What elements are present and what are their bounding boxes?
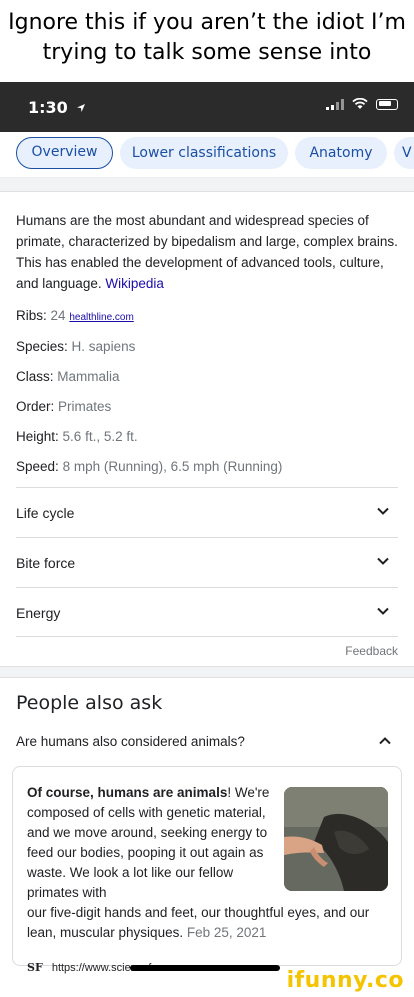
status-icons: [326, 98, 398, 110]
battery-icon: [376, 98, 398, 110]
fact-height: Height: 5.6 ft., 5.2 ft.: [16, 429, 138, 444]
tab-more[interactable]: V: [394, 137, 414, 169]
watermark-strip: ifunny.co: [0, 967, 414, 997]
fact-ribs: Ribs: 24 healthline.com: [16, 308, 134, 323]
fact-value[interactable]: H. sapiens: [72, 339, 136, 354]
fact-value[interactable]: Mammalia: [57, 369, 119, 384]
expander-label: Energy: [16, 605, 61, 621]
tab-anatomy[interactable]: Anatomy: [295, 137, 387, 169]
status-bar: 1:30: [0, 82, 414, 132]
answer-rest: ! We're composed of cells with genetic m…: [27, 785, 270, 900]
description-source-link[interactable]: Wikipedia: [105, 276, 164, 291]
tab-lower-classifications[interactable]: Lower classifications: [120, 137, 288, 169]
answer-date: Feb 25, 2021: [186, 925, 267, 940]
paa-title: People also ask: [16, 692, 163, 714]
answer-image[interactable]: [284, 787, 388, 891]
location-arrow-icon: [77, 104, 86, 112]
paa-question[interactable]: Are humans also considered animals?: [16, 734, 245, 749]
description-text: Humans are the most abundant and widespr…: [16, 213, 398, 291]
fact-label: Class:: [16, 369, 54, 384]
fact-value: 24: [50, 308, 66, 323]
description: Humans are the most abundant and widespr…: [16, 210, 400, 294]
answer-text: Of course, humans are animals! We're com…: [27, 783, 277, 903]
fact-label: Order:: [16, 399, 55, 414]
wifi-icon: [352, 98, 368, 109]
fact-class: Class: Mammalia: [16, 369, 120, 384]
expander-life-cycle[interactable]: Life cycle: [16, 487, 398, 537]
fact-speed: Speed: 8 mph (Running), 6.5 mph (Running…: [16, 459, 282, 474]
section-divider: [0, 178, 414, 192]
fact-label: Ribs:: [16, 308, 47, 323]
fact-label: Speed:: [16, 459, 59, 474]
paa-answer-card: Of course, humans are animals! We're com…: [12, 766, 402, 974]
expander-label: Life cycle: [16, 505, 75, 521]
feedback-link[interactable]: Feedback: [345, 644, 398, 658]
ifunny-watermark: ifunny.co: [286, 968, 404, 993]
status-time-text: 1:30: [28, 98, 68, 117]
fact-species: Species: H. sapiens: [16, 339, 135, 354]
answer-bold: Of course, humans are animals: [27, 785, 228, 800]
chevron-down-icon: [377, 507, 389, 515]
fact-label: Height:: [16, 429, 59, 444]
fact-source-link[interactable]: healthline.com: [69, 312, 133, 323]
signal-icon: [326, 98, 344, 110]
expander-bite-force[interactable]: Bite force: [16, 537, 398, 587]
expander-energy[interactable]: Energy: [16, 587, 398, 637]
meme-caption: Ignore this if you aren’t the idiot I’m …: [0, 0, 414, 82]
answer-more: our five-digit hands and feet, our thoug…: [27, 903, 397, 943]
fact-value: 5.6 ft., 5.2 ft.: [62, 429, 138, 444]
chevron-up-icon[interactable]: [378, 734, 392, 748]
section-divider: [0, 666, 414, 678]
caption-line-1: Ignore this if you aren’t the idiot I’m: [8, 10, 406, 35]
expander-label: Bite force: [16, 555, 76, 571]
tab-overview[interactable]: Overview: [16, 137, 113, 169]
fact-label: Species:: [16, 339, 68, 354]
hands-image: [284, 787, 388, 891]
fact-value: 8 mph (Running), 6.5 mph (Running): [62, 459, 283, 474]
tab-bar: Overview Lower classifications Anatomy V: [0, 132, 414, 178]
chevron-down-icon: [377, 557, 389, 565]
chevron-down-icon: [377, 607, 389, 615]
fact-value[interactable]: Primates: [58, 399, 111, 414]
caption-line-2: trying to talk some sense into: [42, 40, 372, 65]
status-time: 1:30: [28, 98, 86, 117]
fact-order: Order: Primates: [16, 399, 111, 414]
